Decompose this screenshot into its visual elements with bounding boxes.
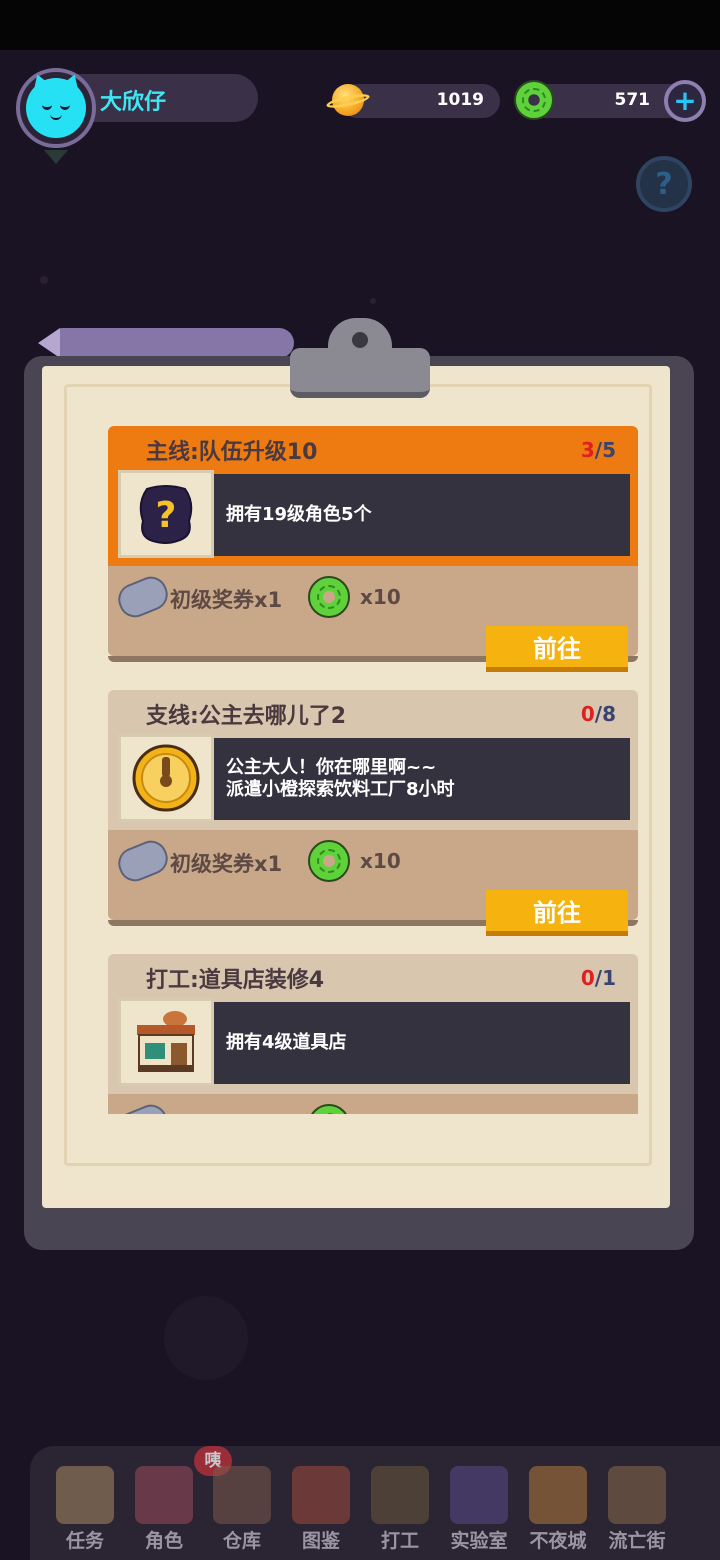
go-button[interactable]: 前往 [486, 626, 628, 672]
task-title: 打工:道具店装修4 [146, 968, 325, 993]
character-card-icon [135, 1466, 193, 1524]
go-button[interactable]: 前往 [486, 890, 628, 936]
svg-text:?: ? [156, 495, 177, 536]
donut-currency-icon [514, 80, 554, 120]
task-icon-frame [118, 734, 214, 822]
lab-dome-icon [450, 1466, 508, 1524]
task-progress: 0/8 [580, 702, 616, 726]
task-title: 主线:队伍升级10 [146, 440, 318, 465]
item-shop-icon [137, 1011, 195, 1072]
task-reward-panel: 初级奖券x1 x10 前往 [108, 566, 638, 672]
nav-tab-tasks[interactable]: 任务 [48, 1464, 122, 1554]
donut-reward-icon [308, 1104, 350, 1114]
pirate-icon [608, 1466, 666, 1524]
reward-ticket-label: 初级奖券x1 [170, 588, 283, 612]
task-progress: 3/5 [580, 438, 616, 462]
nav-tab-warehouse[interactable]: 仓库 [205, 1464, 279, 1554]
nav-tab-characters[interactable]: 角色 [127, 1464, 201, 1554]
task-list[interactable]: 主线:队伍升级10 3/5 初级奖券x1 x10 前往 ? 拥有19级角色5个 … [108, 424, 638, 1114]
nav-tab-collection[interactable]: 图鉴 [284, 1464, 358, 1554]
ticket-icon [113, 1099, 173, 1114]
ticket-icon [113, 835, 173, 887]
pencil-decoration [38, 328, 294, 358]
reward-donut-qty: x10 [360, 849, 401, 873]
task-card-work: 打工:道具店装修4 0/1 拥有4级道具店 [108, 954, 638, 1114]
task-header: 支线:公主去哪儿了2 0/8 [108, 690, 638, 736]
task-reward-panel [108, 1094, 638, 1114]
gold-clock-icon [132, 744, 200, 812]
status-bar [0, 0, 720, 50]
task-progress: 0/1 [580, 966, 616, 990]
book-icon [292, 1466, 350, 1524]
coin-value: 1019 [436, 90, 484, 110]
avatar-pointer [44, 150, 68, 164]
donut-reward-icon [308, 840, 350, 882]
nav-tab-night-city[interactable]: 不夜城 [521, 1464, 595, 1554]
background-planet [164, 1296, 248, 1380]
task-reward-panel: 初级奖券x1 x10 前往 [108, 830, 638, 936]
avatar[interactable] [16, 68, 96, 148]
clipboard-clip [290, 318, 430, 398]
add-currency-button[interactable]: + [664, 80, 706, 122]
task-header: 打工:道具店装修4 0/1 [108, 954, 638, 1000]
task-description: 拥有19级角色5个 [214, 474, 630, 556]
donut-reward-icon [308, 576, 350, 618]
nav-tab-lab[interactable]: 实验室 [442, 1464, 516, 1554]
cat-avatar-icon [26, 71, 86, 138]
donut-value: 571 [614, 90, 651, 110]
background-star [40, 276, 48, 284]
task-description: 公主大人！你在哪里啊~~ 派遣小橙探索饮料工厂8小时 [214, 738, 630, 820]
mystery-question-icon: ? [139, 485, 193, 544]
picture-frame-icon [371, 1466, 429, 1524]
clipboard-icon [56, 1466, 114, 1524]
ticket-icon [113, 571, 173, 623]
task-card-side: 支线:公主去哪儿了2 0/8 初级奖券x1 x10 前往 公主大人！你在哪里啊~… [108, 690, 638, 936]
nav-tab-work[interactable]: 打工 [363, 1464, 437, 1554]
nav-tab-exile-street[interactable]: 流亡街 [600, 1464, 674, 1554]
player-name: 大欣仔 [100, 90, 167, 115]
question-icon: ? [655, 166, 673, 202]
task-header: 主线:队伍升级10 3/5 [108, 426, 638, 472]
plus-icon: + [673, 84, 697, 117]
reward-donut-qty: x10 [360, 585, 401, 609]
task-title: 支线:公主去哪儿了2 [146, 704, 347, 729]
fox-icon [529, 1466, 587, 1524]
task-icon-frame [118, 998, 214, 1086]
help-button[interactable]: ? [636, 156, 692, 212]
chest-icon [213, 1466, 271, 1524]
background-star [370, 298, 376, 304]
task-description: 拥有4级道具店 [214, 1002, 630, 1084]
reward-ticket-label: 初级奖券x1 [170, 852, 283, 876]
task-card-main: 主线:队伍升级10 3/5 初级奖券x1 x10 前往 ? 拥有19级角色5个 [108, 426, 638, 672]
planet-coin-icon [325, 82, 371, 118]
task-icon-frame: ? [118, 470, 214, 558]
